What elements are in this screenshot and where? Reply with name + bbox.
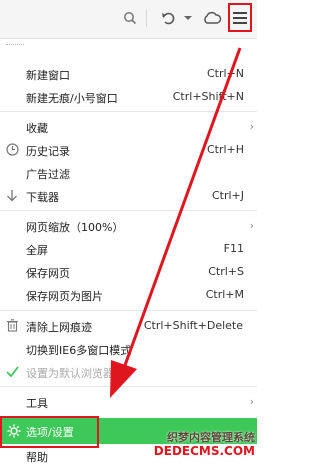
annotation-arrow bbox=[110, 47, 242, 398]
watermark-line-2: DEDECMS.COM bbox=[153, 444, 255, 458]
watermark-line-1: 织梦内容管理系统 bbox=[167, 431, 255, 444]
